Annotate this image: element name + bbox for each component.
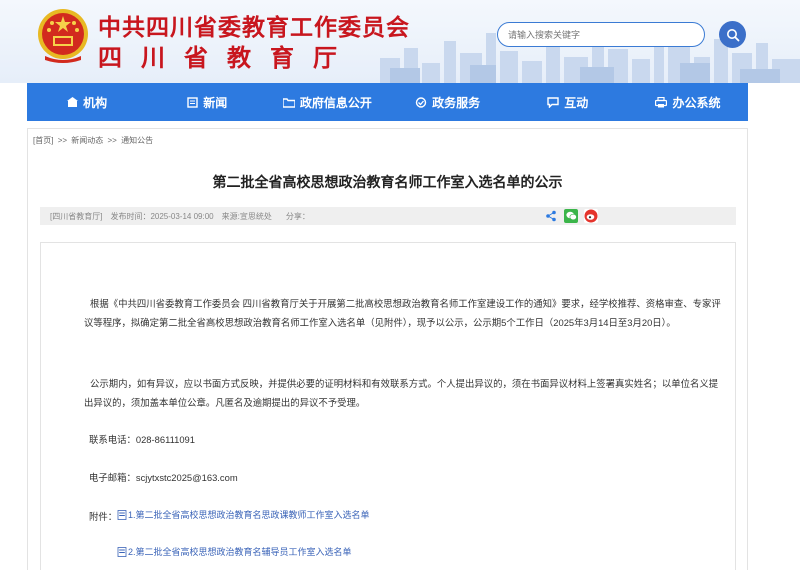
nav-label: 办公系统 bbox=[672, 95, 721, 110]
nav-label: 新闻 bbox=[203, 95, 228, 110]
nav-item-xinwen[interactable]: 新闻 bbox=[147, 83, 267, 121]
chat-icon bbox=[547, 96, 559, 108]
attachment-link-2[interactable]: 2.第二批全省高校思想政治教育名辅导员工作室入选名单 bbox=[117, 545, 352, 558]
nav-item-gov-service[interactable]: 政务服务 bbox=[388, 83, 508, 121]
share-label: 分享： bbox=[285, 211, 310, 221]
wechat-share-button[interactable] bbox=[564, 209, 578, 223]
breadcrumb-news[interactable]: 新闻动态 bbox=[71, 136, 103, 145]
wechat-icon bbox=[565, 211, 577, 221]
publish-time: 发布时间：2025-03-14 09:00 bbox=[110, 211, 214, 221]
breadcrumb-separator: >> bbox=[107, 136, 117, 145]
nav-item-hudong[interactable]: 互动 bbox=[508, 83, 628, 121]
nav-item-jigou[interactable]: 机构 bbox=[27, 83, 147, 121]
breadcrumb-home[interactable]: [首页] bbox=[33, 136, 53, 145]
contact-email: 电子邮箱：scjytxstc2025@163.com bbox=[89, 472, 238, 483]
share-icon bbox=[546, 210, 556, 222]
national-emblem-icon bbox=[38, 9, 88, 63]
newspaper-icon bbox=[187, 96, 198, 108]
weibo-share-button[interactable] bbox=[584, 209, 598, 223]
nav-label: 政务服务 bbox=[432, 95, 481, 110]
handshake-icon bbox=[415, 96, 427, 108]
nav-label: 互动 bbox=[564, 95, 589, 110]
search-button[interactable] bbox=[719, 21, 746, 48]
site-header: 中共四川省委教育工作委员会 四川省教育厅 bbox=[0, 0, 800, 83]
attachments-label: 附件： bbox=[89, 511, 118, 522]
search-input[interactable] bbox=[508, 23, 698, 46]
article-meta-bar: [四川省教育厅] 发布时间：2025-03-14 09:00 来源:宣思统处 分… bbox=[40, 207, 736, 225]
nav-label: 政府信息公开 bbox=[299, 95, 372, 110]
document-icon bbox=[117, 546, 127, 557]
building-icon bbox=[67, 96, 79, 107]
attachment-title: 1.第二批全省高校思想政治教育名思政课教师工作室入选名单 bbox=[128, 510, 370, 520]
nav-item-office[interactable]: 办公系统 bbox=[628, 83, 748, 121]
breadcrumb-notices[interactable]: 通知公告 bbox=[121, 136, 153, 145]
attachment-link-1[interactable]: 1.第二批全省高校思想政治教育名思政课教师工作室入选名单 bbox=[117, 508, 370, 521]
org-name: 中共四川省委教育工作委员会 bbox=[98, 14, 410, 40]
folder-icon bbox=[282, 97, 295, 108]
breadcrumb: [首页] >> 新闻动态 >> 通知公告 bbox=[33, 135, 155, 146]
search-box bbox=[497, 22, 705, 47]
source-tag: [四川省教育厅] bbox=[50, 211, 103, 221]
share-icons bbox=[544, 209, 604, 223]
breadcrumb-separator: >> bbox=[57, 136, 68, 145]
document-icon bbox=[117, 509, 127, 520]
nav-item-gov-info[interactable]: 政府信息公开 bbox=[267, 83, 387, 121]
weibo-icon bbox=[584, 209, 598, 223]
article-origin: 来源:宣思统处 bbox=[221, 211, 272, 221]
article-paragraph-2: 公示期内，如有异议，应以书面方式反映，并提供必要的证明材料和有效联系方式。个人提… bbox=[84, 378, 719, 408]
nav-label: 机构 bbox=[83, 95, 108, 110]
article-title: 第二批全省高校思想政治教育名师工作室入选名单的公示 bbox=[212, 174, 563, 190]
share-button[interactable] bbox=[544, 209, 558, 223]
printer-icon bbox=[655, 96, 668, 107]
article-paragraph-1: 根据《中共四川省委教育工作委员会 四川省教育厅关于开展第二批高校思想政治教育名师… bbox=[84, 298, 721, 328]
contact-phone: 联系电话：028-86111091 bbox=[89, 434, 195, 445]
attachment-title: 2.第二批全省高校思想政治教育名辅导员工作室入选名单 bbox=[128, 547, 352, 557]
dept-name: 四川省教育厅 bbox=[98, 45, 356, 72]
search-icon bbox=[726, 28, 739, 41]
main-nav: 机构 新闻 政府信息公开 政务服务 互动 办公系统 bbox=[27, 83, 748, 121]
